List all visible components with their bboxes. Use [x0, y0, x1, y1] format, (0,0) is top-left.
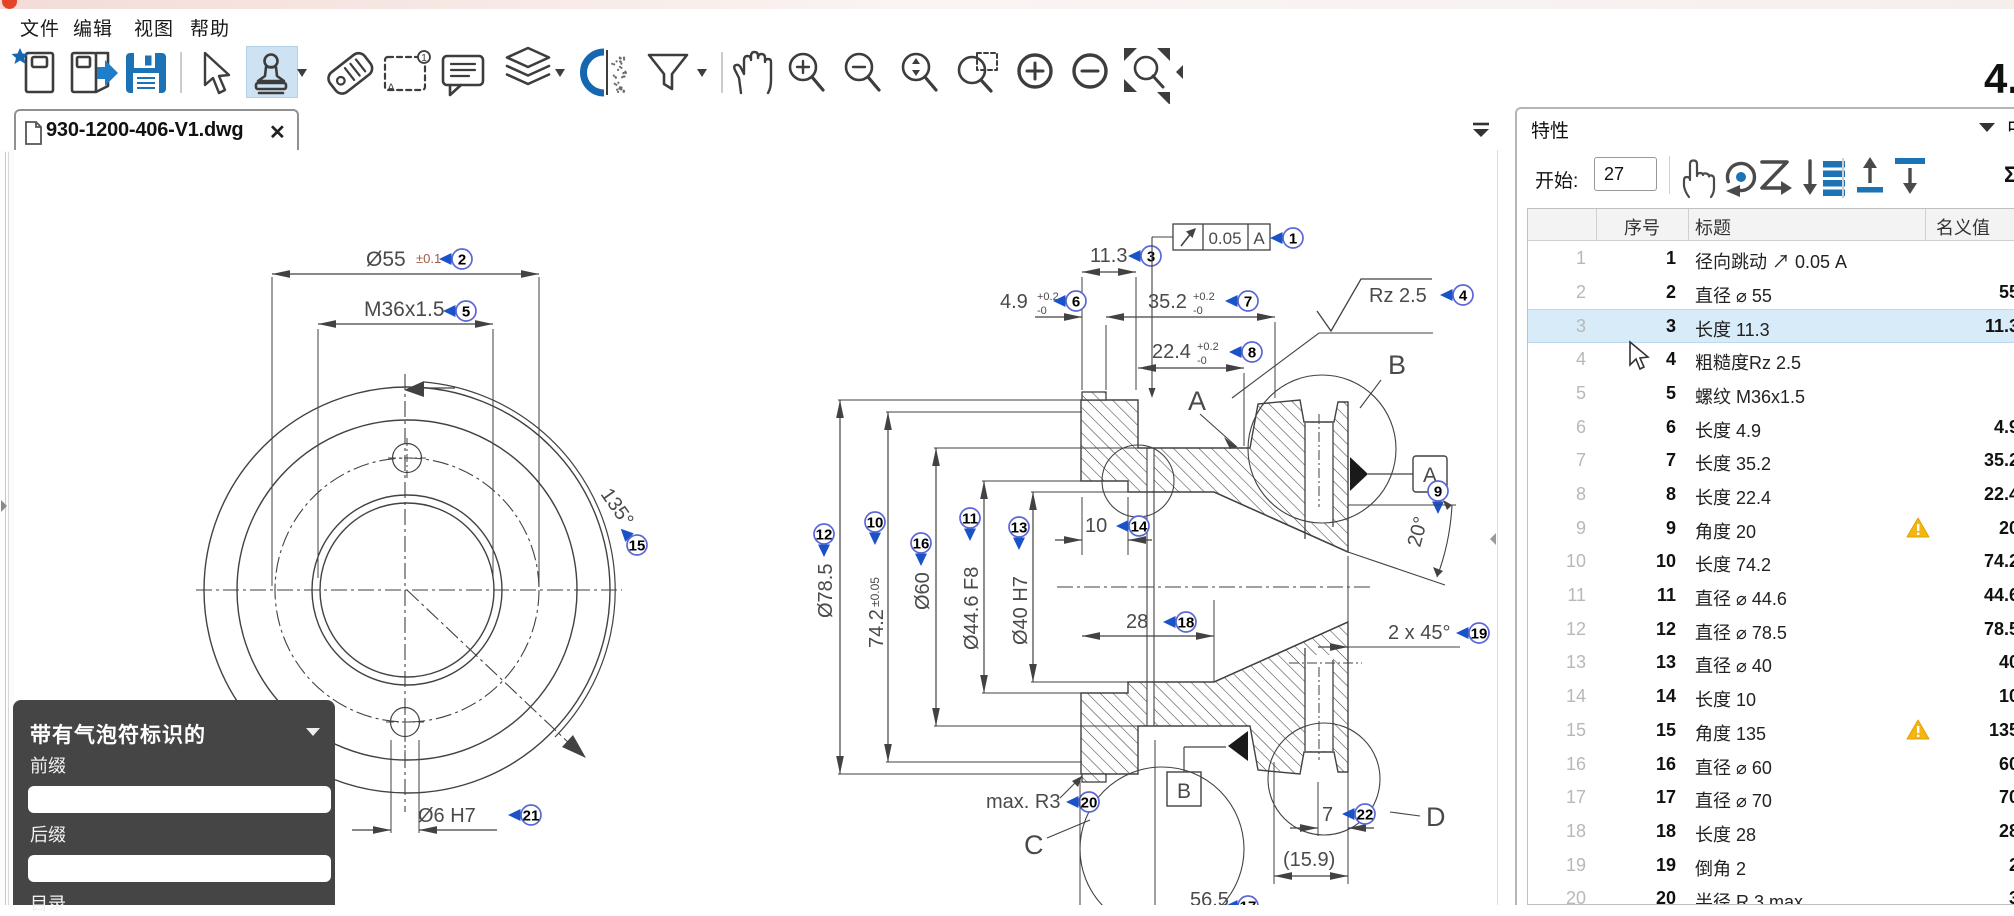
svg-text:17: 17	[1240, 899, 1257, 906]
svg-text:21: 21	[523, 808, 540, 825]
svg-text:10: 10	[867, 515, 884, 532]
svg-text:13: 13	[1011, 520, 1028, 537]
svg-text:+0.2: +0.2	[1197, 341, 1219, 353]
svg-text:11.3: 11.3	[1090, 245, 1127, 267]
svg-text:22.4: 22.4	[1152, 341, 1191, 363]
svg-text:A: A	[1253, 229, 1265, 248]
svg-text:Ø55: Ø55	[366, 248, 406, 271]
svg-text:22: 22	[1357, 807, 1374, 824]
svg-text:12: 12	[816, 527, 833, 544]
svg-text:A: A	[1188, 386, 1206, 416]
svg-text:15: 15	[629, 538, 646, 555]
svg-text:11: 11	[962, 511, 978, 528]
svg-text:B: B	[1388, 350, 1406, 380]
svg-text:Ø40 H7: Ø40 H7	[1010, 576, 1032, 645]
svg-text:7: 7	[1322, 804, 1333, 826]
svg-text:20°: 20°	[1404, 514, 1433, 549]
svg-text:-0: -0	[1193, 305, 1203, 317]
svg-text:-0: -0	[1037, 305, 1047, 317]
svg-text:16: 16	[913, 536, 930, 553]
svg-text:D: D	[1426, 802, 1446, 832]
svg-text:18: 18	[1178, 615, 1195, 632]
svg-text:6: 6	[1072, 294, 1080, 311]
svg-text:M36x1.5: M36x1.5	[364, 298, 445, 321]
svg-text:Ø60: Ø60	[912, 572, 934, 610]
svg-text:74.2: 74.2	[866, 609, 888, 648]
svg-text:B: B	[1177, 780, 1191, 803]
svg-text:4: 4	[1459, 288, 1468, 305]
svg-text:Rz 2.5: Rz 2.5	[1369, 285, 1427, 307]
svg-text:9: 9	[1434, 484, 1442, 501]
svg-text:Ø44.6 F8: Ø44.6 F8	[961, 567, 983, 650]
svg-text:14: 14	[1131, 519, 1148, 536]
svg-text:±0.1: ±0.1	[416, 251, 441, 266]
svg-text:35.2: 35.2	[1148, 291, 1187, 313]
svg-text:28: 28	[1126, 611, 1148, 633]
svg-text:4.9: 4.9	[1000, 291, 1028, 313]
svg-text:0.05: 0.05	[1208, 229, 1241, 248]
svg-text:(15.9): (15.9)	[1283, 849, 1335, 871]
svg-text:1: 1	[421, 53, 427, 64]
svg-text:max. R3: max. R3	[986, 791, 1060, 813]
svg-text:20: 20	[1081, 795, 1098, 812]
svg-text:135°: 135°	[596, 484, 638, 531]
svg-text:A: A	[387, 82, 395, 94]
svg-text:3: 3	[1147, 249, 1155, 266]
svg-text:Ø6 H7: Ø6 H7	[418, 805, 476, 827]
svg-text:2: 2	[458, 252, 466, 269]
svg-text:-0: -0	[1197, 355, 1207, 367]
svg-text:7: 7	[1244, 294, 1252, 311]
svg-text:C: C	[1024, 830, 1044, 860]
svg-text:+0.2: +0.2	[1193, 291, 1215, 303]
svg-text:±0.05: ±0.05	[868, 577, 882, 607]
svg-text:Ø78.5: Ø78.5	[815, 564, 837, 618]
svg-text:1: 1	[1289, 231, 1297, 248]
svg-text:19: 19	[1471, 626, 1488, 643]
svg-text:56.5: 56.5	[1190, 889, 1229, 905]
svg-text:8: 8	[1248, 345, 1256, 362]
svg-text:10: 10	[1085, 515, 1107, 537]
svg-text:2 x 45°: 2 x 45°	[1388, 622, 1450, 644]
svg-text:5: 5	[462, 304, 470, 321]
